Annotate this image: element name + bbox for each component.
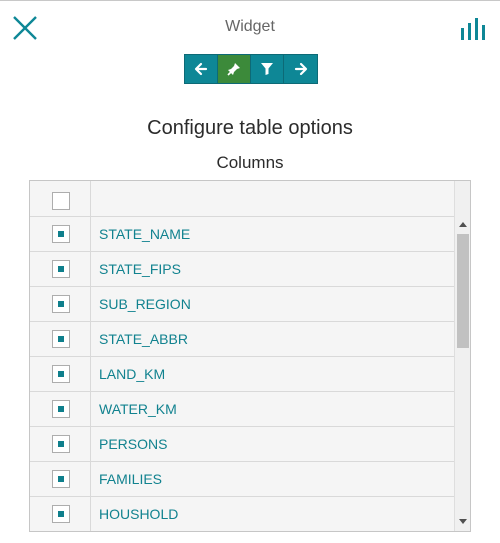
check-cell xyxy=(30,392,91,426)
column-checkbox[interactable] xyxy=(52,330,70,348)
column-name[interactable]: LAND_KM xyxy=(91,357,454,391)
column-checkbox[interactable] xyxy=(52,295,70,313)
checked-mark xyxy=(58,371,64,377)
header-check-cell xyxy=(30,181,91,216)
columns-table: STATE_NAME STATE_FIPS SUB_REGION STATE_A… xyxy=(29,180,471,532)
widget-title: Widget xyxy=(225,18,275,35)
column-checkbox[interactable] xyxy=(52,400,70,418)
scrollbar-thumb[interactable] xyxy=(457,234,469,348)
table-row: SUB_REGION xyxy=(30,287,454,322)
column-checkbox[interactable] xyxy=(52,435,70,453)
check-cell xyxy=(30,462,91,496)
table-row: WATER_KM xyxy=(30,392,454,427)
arrow-right-icon xyxy=(294,62,307,76)
check-cell xyxy=(30,217,91,251)
toolbar xyxy=(184,54,318,84)
pin-button[interactable] xyxy=(218,55,251,83)
column-name[interactable]: STATE_ABBR xyxy=(91,322,454,356)
filter-button[interactable] xyxy=(251,55,284,83)
checked-mark xyxy=(58,406,64,412)
column-checkbox[interactable] xyxy=(52,225,70,243)
table-row: STATE_FIPS xyxy=(30,252,454,287)
checked-mark xyxy=(58,231,64,237)
table-row: HOUSHOLD xyxy=(30,497,454,531)
table-row: PERSONS xyxy=(30,427,454,462)
check-cell xyxy=(30,497,91,531)
table-row: LAND_KM xyxy=(30,357,454,392)
select-all-checkbox[interactable] xyxy=(52,192,70,210)
check-cell xyxy=(30,322,91,356)
checked-mark xyxy=(58,441,64,447)
back-button[interactable] xyxy=(185,55,218,83)
column-checkbox[interactable] xyxy=(52,505,70,523)
table-row: STATE_ABBR xyxy=(30,322,454,357)
pin-icon xyxy=(227,63,240,76)
table-row: FAMILIES xyxy=(30,462,454,497)
table-scrollbar[interactable] xyxy=(454,181,470,531)
checked-mark xyxy=(58,476,64,482)
check-cell xyxy=(30,287,91,321)
arrow-left-icon xyxy=(194,62,208,76)
bar-chart-icon xyxy=(461,18,485,40)
table-header-row xyxy=(30,181,454,217)
columns-subheading: Columns xyxy=(216,153,284,172)
column-checkbox[interactable] xyxy=(52,365,70,383)
column-name[interactable]: STATE_FIPS xyxy=(91,252,454,286)
check-cell xyxy=(30,427,91,461)
checked-mark xyxy=(58,511,64,517)
scroll-down-arrow-icon[interactable] xyxy=(459,519,467,524)
table-row: STATE_NAME xyxy=(30,217,454,252)
chart-button[interactable] xyxy=(458,14,488,42)
header-label xyxy=(91,181,454,216)
column-name[interactable]: SUB_REGION xyxy=(91,287,454,321)
column-name[interactable]: HOUSHOLD xyxy=(91,497,454,531)
top-divider xyxy=(0,0,500,1)
column-name[interactable]: STATE_NAME xyxy=(91,217,454,251)
column-name[interactable]: PERSONS xyxy=(91,427,454,461)
check-cell xyxy=(30,357,91,391)
column-checkbox[interactable] xyxy=(52,470,70,488)
checked-mark xyxy=(58,301,64,307)
checked-mark xyxy=(58,266,64,272)
forward-button[interactable] xyxy=(284,55,317,83)
column-checkbox[interactable] xyxy=(52,260,70,278)
scroll-up-arrow-icon[interactable] xyxy=(459,222,467,227)
columns-grid: STATE_NAME STATE_FIPS SUB_REGION STATE_A… xyxy=(30,181,454,531)
page-heading: Configure table options xyxy=(147,117,353,139)
check-cell xyxy=(30,252,91,286)
column-name[interactable]: WATER_KM xyxy=(91,392,454,426)
column-name[interactable]: FAMILIES xyxy=(91,462,454,496)
filter-icon xyxy=(261,63,273,75)
checked-mark xyxy=(58,336,64,342)
